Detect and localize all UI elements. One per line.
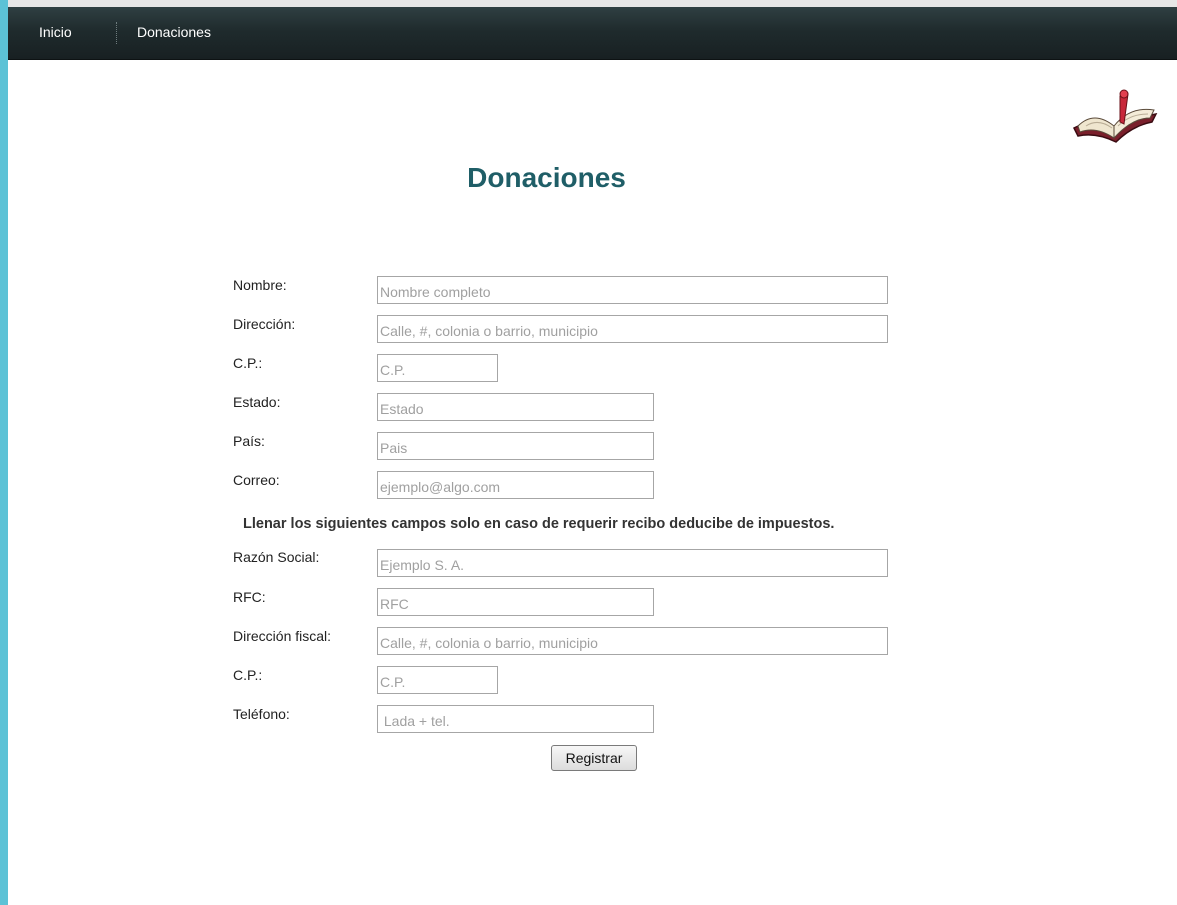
cp-fiscal-label: C.P.: <box>233 667 263 683</box>
rfc-input[interactable] <box>377 588 654 616</box>
registrar-button[interactable]: Registrar <box>551 745 637 771</box>
cp-fiscal-input[interactable] <box>377 666 498 694</box>
pais-input[interactable] <box>377 432 654 460</box>
rfc-label: RFC: <box>233 589 266 605</box>
nav-item-inicio[interactable]: Inicio <box>39 24 72 40</box>
telefono-input[interactable] <box>377 705 654 733</box>
top-navbar: Inicio Donaciones <box>8 7 1177 60</box>
cp-input[interactable] <box>377 354 498 382</box>
open-book-icon <box>1073 89 1158 143</box>
razon-social-input[interactable] <box>377 549 888 577</box>
page-title: Donaciones <box>467 162 626 193</box>
nombre-label: Nombre: <box>233 277 287 293</box>
correo-label: Correo: <box>233 472 280 488</box>
pais-label: País: <box>233 433 265 449</box>
direccion-fiscal-label: Dirección fiscal: <box>233 628 332 644</box>
telefono-label: Teléfono: <box>233 706 290 722</box>
tax-receipt-note: Llenar los siguientes campos solo en cas… <box>243 516 835 532</box>
top-border <box>0 0 1177 7</box>
nombre-input[interactable] <box>377 276 888 304</box>
left-accent-bar <box>0 0 8 905</box>
estado-label: Estado: <box>233 394 281 410</box>
correo-input[interactable] <box>377 471 654 499</box>
direccion-fiscal-input[interactable] <box>377 627 888 655</box>
nav-item-donaciones[interactable]: Donaciones <box>137 24 211 40</box>
cp-label: C.P.: <box>233 355 263 371</box>
direccion-input[interactable] <box>377 315 888 343</box>
estado-input[interactable] <box>377 393 654 421</box>
razon-social-label: Razón Social: <box>233 549 320 565</box>
direccion-label: Dirección: <box>233 316 296 332</box>
nav-separator <box>116 22 117 44</box>
